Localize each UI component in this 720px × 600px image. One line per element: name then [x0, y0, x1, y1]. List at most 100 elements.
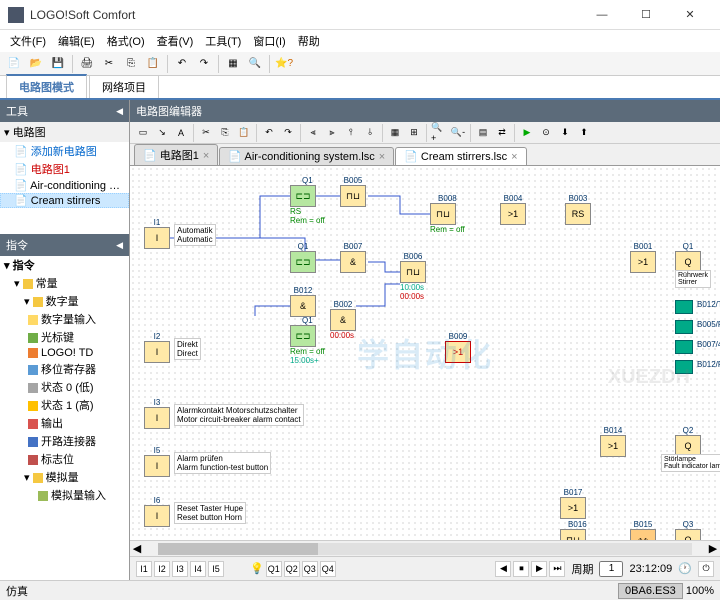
- file-tab-3[interactable]: 📄 Cream stirrers.lsc×: [395, 147, 526, 165]
- tree-shift[interactable]: 移位寄存器: [0, 360, 129, 378]
- zoom-in[interactable]: 🔍+: [430, 124, 448, 142]
- menu-view[interactable]: 查看(V): [151, 31, 200, 51]
- collapse-icon[interactable]: ◀: [116, 106, 123, 117]
- h-scrollbar[interactable]: ◀ ▶: [130, 540, 720, 556]
- tree-analog[interactable]: ▾ 模拟量: [0, 468, 129, 486]
- block-I3[interactable]: I3 I Alarmkontakt MotorschutzschalterMot…: [144, 398, 170, 429]
- tree-const[interactable]: ▾ 常量: [0, 274, 129, 292]
- close-tab-icon[interactable]: ×: [203, 150, 209, 162]
- tree-low[interactable]: 状态 0 (低): [0, 378, 129, 396]
- tree-instr-root[interactable]: ▾ 指令: [0, 256, 129, 274]
- sim-Q1[interactable]: Q1: [266, 561, 282, 577]
- zoom-button[interactable]: 🔍: [245, 54, 265, 74]
- clock-icon[interactable]: 🕐: [678, 562, 692, 575]
- select-tool[interactable]: ▭: [134, 124, 152, 142]
- align-top[interactable]: ⫯: [342, 124, 360, 142]
- save-button[interactable]: 💾: [48, 54, 68, 74]
- copy-button[interactable]: ⎘: [121, 54, 141, 74]
- sim-power[interactable]: ⏻: [698, 561, 714, 577]
- grid-button[interactable]: ▦: [223, 54, 243, 74]
- sim-step[interactable]: ⏭: [549, 561, 565, 577]
- align-left[interactable]: ⫷: [304, 124, 322, 142]
- sim-Q2[interactable]: Q2: [284, 561, 300, 577]
- tree-flag[interactable]: 标志位: [0, 450, 129, 468]
- block-I1[interactable]: I1 I AutomatikAutomatic: [144, 218, 170, 249]
- menu-help[interactable]: 帮助: [292, 31, 326, 51]
- sim-I2[interactable]: I2: [154, 561, 170, 577]
- tree-di[interactable]: 数字量输入: [0, 310, 129, 328]
- file-tab-1[interactable]: 📄 电路图1×: [134, 144, 218, 165]
- menu-tools[interactable]: 工具(T): [199, 31, 247, 51]
- block-Q2[interactable]: Q2Q StörlampeFault indicator lamp: [675, 426, 701, 457]
- tree-proj1[interactable]: 📄 电路图1: [0, 160, 129, 178]
- copy-tool[interactable]: ⎘: [216, 124, 234, 142]
- block-B009[interactable]: B009>1: [445, 332, 471, 363]
- block-I6[interactable]: I6 I Reset Taster HupeReset button Horn: [144, 496, 170, 527]
- online-tool[interactable]: ⊙: [537, 124, 555, 142]
- sim-I4[interactable]: I4: [190, 561, 206, 577]
- tree-high[interactable]: 状态 1 (高): [0, 396, 129, 414]
- output-ref-B007[interactable]: B007/4: [675, 340, 693, 354]
- file-tab-2[interactable]: 📄 Air-conditioning system.lsc×: [219, 147, 394, 165]
- tree-logotd[interactable]: LOGO! TD: [0, 346, 129, 360]
- minimize-button[interactable]: —: [580, 1, 624, 29]
- sim-I1[interactable]: I1: [136, 561, 152, 577]
- maximize-button[interactable]: ☐: [624, 1, 668, 29]
- close-tab-icon[interactable]: ×: [511, 151, 517, 163]
- block-I5[interactable]: I5 I Alarm prüfenAlarm function-test but…: [144, 446, 170, 477]
- upload-tool[interactable]: ⬆: [575, 124, 593, 142]
- sim-Q3[interactable]: Q3: [302, 561, 318, 577]
- convert-tool[interactable]: ⇄: [493, 124, 511, 142]
- sim-back[interactable]: ◀: [495, 561, 511, 577]
- block-Q1-ref[interactable]: Q1⊏⊐ RS Rem = off: [290, 176, 325, 225]
- sim-play[interactable]: ▶: [531, 561, 547, 577]
- help-button[interactable]: ⭐?: [274, 54, 294, 74]
- sim-I5[interactable]: I5: [208, 561, 224, 577]
- block-B008[interactable]: B008⊓⊔ Rem = off: [430, 194, 465, 234]
- block-B006[interactable]: B006⊓⊔ 10:00s 00:00s: [400, 252, 426, 301]
- sim-Q4[interactable]: Q4: [320, 561, 336, 577]
- tree-cursor[interactable]: 光标键: [0, 328, 129, 346]
- block-B004[interactable]: B004>1: [500, 194, 526, 225]
- block-B014[interactable]: B014>1: [600, 426, 626, 457]
- redo-button[interactable]: ↷: [194, 54, 214, 74]
- block-B012[interactable]: B012&: [290, 286, 316, 317]
- paste-button[interactable]: 📋: [143, 54, 163, 74]
- align-center[interactable]: ⫸: [323, 124, 341, 142]
- undo-tool[interactable]: ↶: [260, 124, 278, 142]
- tree-add-new[interactable]: 📄 添加新电路图: [0, 142, 129, 160]
- paste-tool[interactable]: 📋: [235, 124, 253, 142]
- snap-tool[interactable]: ⊞: [405, 124, 423, 142]
- tab-network-mode[interactable]: 网络项目: [89, 75, 159, 98]
- block-I2[interactable]: I2 I DirektDirect: [144, 332, 170, 363]
- tree-proj3[interactable]: 📄 Cream stirrers: [0, 193, 129, 208]
- sim-tool[interactable]: ▶: [518, 124, 536, 142]
- block-Q1-ref3[interactable]: Q1⊏⊐ Rem = off 15:00s+: [290, 316, 325, 365]
- output-ref-B012R[interactable]: B012/R: [675, 360, 693, 374]
- block-B017[interactable]: B017>1: [560, 488, 586, 519]
- block-B005[interactable]: B005⊓⊔: [340, 176, 366, 207]
- download-tool[interactable]: ⬇: [556, 124, 574, 142]
- block-B015[interactable]: B015⌽⌽ 00:00s: [630, 520, 656, 540]
- open-button[interactable]: 📂: [26, 54, 46, 74]
- menu-edit[interactable]: 编辑(E): [52, 31, 101, 51]
- tree-out[interactable]: 输出: [0, 414, 129, 432]
- diagram-canvas[interactable]: I1 I AutomatikAutomatic I2 I DirektDirec…: [130, 166, 720, 540]
- block-B007[interactable]: B007&: [340, 242, 366, 273]
- block-B016[interactable]: B016⊓⊔ RS Rem = off 03:00s+ 03:00s: [560, 520, 595, 540]
- block-Q1[interactable]: Q1Q RührwerkStirrer: [675, 242, 701, 273]
- output-ref-B005[interactable]: B005/R: [675, 320, 693, 334]
- block-Q1-ref2[interactable]: Q1⊏⊐: [290, 242, 316, 273]
- cut-button[interactable]: ✂: [99, 54, 119, 74]
- close-tab-icon[interactable]: ×: [379, 151, 385, 163]
- tab-diagram-mode[interactable]: 电路图模式: [6, 74, 87, 98]
- page-tool[interactable]: ▤: [474, 124, 492, 142]
- sim-I3[interactable]: I3: [172, 561, 188, 577]
- print-button[interactable]: 🖨: [77, 54, 97, 74]
- new-button[interactable]: 📄: [4, 54, 24, 74]
- output-ref-B012[interactable]: B012/Trg: [675, 300, 693, 314]
- align-bottom[interactable]: ⫰: [361, 124, 379, 142]
- undo-button[interactable]: ↶: [172, 54, 192, 74]
- tree-digital[interactable]: ▾ 数字量: [0, 292, 129, 310]
- text-tool[interactable]: A: [172, 124, 190, 142]
